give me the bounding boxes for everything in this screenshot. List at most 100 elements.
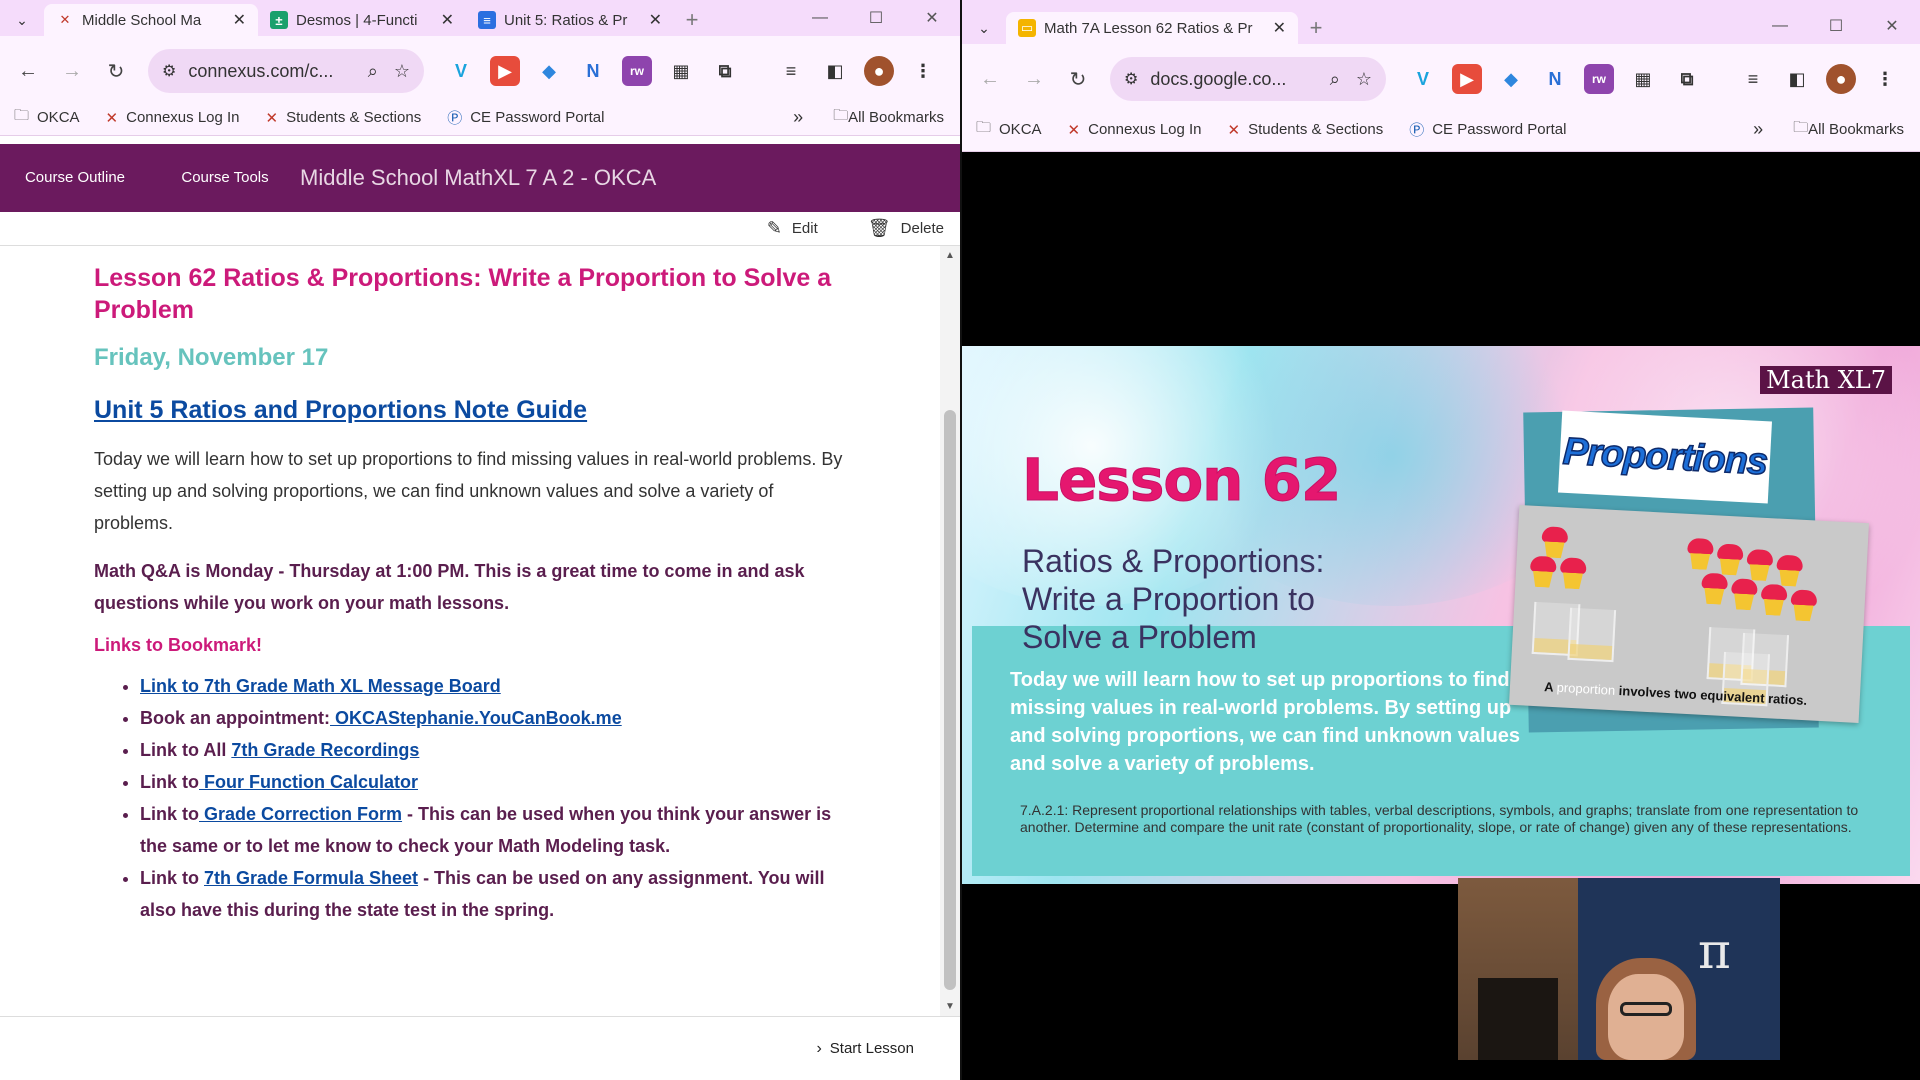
tab-search-button[interactable]: ⌄ xyxy=(0,4,44,36)
bookmark-label: Connexus Log In xyxy=(1088,121,1202,138)
scroll-thumb[interactable] xyxy=(944,410,956,990)
bookmark-okca[interactable]: 🗀 OKCA xyxy=(14,105,80,130)
minimize-icon[interactable]: — xyxy=(792,0,848,36)
bookmark-star-icon[interactable]: ☆ xyxy=(394,61,410,82)
tab-desmos[interactable]: ± Desmos | 4-Functi ✕ xyxy=(258,4,466,36)
tab-connexus[interactable]: ✕ Middle School Ma ✕ xyxy=(44,4,258,36)
link-prefix: Link to xyxy=(140,804,199,824)
extension-icon[interactable]: ◆ xyxy=(1496,64,1526,94)
qr-code-icon[interactable]: ▦ xyxy=(666,56,696,86)
content-scrollbar[interactable]: ▲ ▼ xyxy=(940,246,960,1016)
list-item: Link to Four Function Calculator xyxy=(140,766,848,798)
n-extension-icon[interactable]: N xyxy=(578,56,608,86)
bookmark-connexus-login[interactable]: ✕ Connexus Log In xyxy=(1068,121,1202,139)
readwrite-extension-icon[interactable]: rw xyxy=(622,56,652,86)
screencast-extension-icon[interactable]: ▶ xyxy=(490,56,520,86)
recordings-link[interactable]: 7th Grade Recordings xyxy=(231,740,419,760)
note-guide-link[interactable]: Unit 5 Ratios and Proportions Note Guide xyxy=(94,396,848,425)
scroll-down-icon[interactable]: ▼ xyxy=(940,1001,960,1012)
screencast-extension-icon[interactable]: ▶ xyxy=(1452,64,1482,94)
close-window-icon[interactable]: ✕ xyxy=(904,0,960,36)
right-browser-window: ⌄ ▭ Math 7A Lesson 62 Ratios & Pr ✕ + — … xyxy=(962,0,1920,1080)
bookmark-students-sections[interactable]: ✕ Students & Sections xyxy=(266,109,422,127)
appointment-link[interactable]: OKCAStephanie.YouCanBook.me xyxy=(330,708,622,728)
n-extension-icon[interactable]: N xyxy=(1540,64,1570,94)
start-lesson-label: Start Lesson xyxy=(829,1040,914,1057)
bookmark-okca[interactable]: 🗀 OKCA xyxy=(976,117,1042,142)
menu-kebab-icon[interactable]: ⋮ xyxy=(1870,64,1900,94)
puzzle-extensions-icon[interactable]: ⧉ xyxy=(710,56,740,86)
more-bookmarks-icon[interactable]: » xyxy=(793,107,803,128)
new-tab-button[interactable]: + xyxy=(1298,12,1334,44)
tab-title: Desmos | 4-Functi xyxy=(296,11,418,29)
vimeo-extension-icon[interactable]: V xyxy=(446,56,476,86)
zoom-icon[interactable]: ⌕ xyxy=(368,61,378,82)
site-info-icon[interactable]: ⚙ xyxy=(162,61,176,81)
all-bookmarks-button[interactable]: 🗀 All Bookmarks xyxy=(1793,117,1904,142)
maximize-icon[interactable]: ☐ xyxy=(1808,8,1864,44)
media-controls-icon[interactable]: ≡ xyxy=(776,56,806,86)
tab-slides[interactable]: ▭ Math 7A Lesson 62 Ratios & Pr ✕ xyxy=(1006,12,1298,44)
subtitle-line: Ratios & Proportions: xyxy=(1022,543,1325,579)
close-window-icon[interactable]: ✕ xyxy=(1864,8,1920,44)
all-bookmarks-button[interactable]: 🗀 All Bookmarks xyxy=(833,105,944,130)
start-lesson-button[interactable]: › Start Lesson xyxy=(816,1040,914,1058)
list-item: Link to Grade Correction Form - This can… xyxy=(140,798,848,862)
reload-icon[interactable]: ↻ xyxy=(1060,61,1096,97)
tab-title: Math 7A Lesson 62 Ratios & Pr xyxy=(1044,19,1253,37)
qr-code-icon[interactable]: ▦ xyxy=(1628,64,1658,94)
close-tab-icon[interactable]: ✕ xyxy=(649,10,662,30)
tab-search-button[interactable]: ⌄ xyxy=(962,12,1006,44)
profile-avatar[interactable]: ● xyxy=(864,56,894,86)
side-panel-icon[interactable]: ◧ xyxy=(1782,64,1812,94)
menu-kebab-icon[interactable]: ⋮ xyxy=(908,56,938,86)
formula-sheet-link[interactable]: 7th Grade Formula Sheet xyxy=(204,868,418,888)
grade-correction-link[interactable]: Grade Correction Form xyxy=(199,804,402,824)
readwrite-extension-icon[interactable]: rw xyxy=(1584,64,1614,94)
calculator-link[interactable]: Four Function Calculator xyxy=(199,772,418,792)
delete-label: Delete xyxy=(900,220,944,237)
tab-title: Middle School Ma xyxy=(82,11,202,29)
course-tools-button[interactable]: Course Tools xyxy=(150,166,300,190)
more-bookmarks-icon[interactable]: » xyxy=(1753,119,1763,140)
course-nav-bar: Course Outline Course Tools Middle Schoo… xyxy=(0,144,960,212)
zoom-icon[interactable]: ⌕ xyxy=(1330,69,1340,90)
bookmark-label: CE Password Portal xyxy=(1432,121,1567,138)
reload-icon[interactable]: ↻ xyxy=(98,53,134,89)
close-tab-icon[interactable]: ✕ xyxy=(441,10,454,30)
new-tab-button[interactable]: + xyxy=(674,4,710,36)
links-heading: Links to Bookmark! xyxy=(94,635,263,655)
profile-avatar[interactable]: ● xyxy=(1826,64,1856,94)
edit-button[interactable]: ✎ Edit xyxy=(767,218,826,239)
site-info-icon[interactable]: ⚙ xyxy=(1124,69,1138,89)
folder-icon: 🗀 xyxy=(976,119,992,136)
bookmark-connexus-login[interactable]: ✕ Connexus Log In xyxy=(106,109,240,127)
connexus-x-icon: ✕ xyxy=(1067,121,1081,139)
vimeo-extension-icon[interactable]: V xyxy=(1408,64,1438,94)
address-bar[interactable]: ⚙ docs.google.co... ⌕ ☆ xyxy=(1110,57,1386,101)
connexus-x-icon: ✕ xyxy=(59,12,71,27)
bookmark-ce-password[interactable]: Ⓟ CE Password Portal xyxy=(1409,119,1566,140)
bookmark-students-sections[interactable]: ✕ Students & Sections xyxy=(1228,121,1384,139)
address-bar[interactable]: ⚙ connexus.com/c... ⌕ ☆ xyxy=(148,49,424,93)
bookmark-star-icon[interactable]: ☆ xyxy=(1356,69,1372,90)
scroll-up-icon[interactable]: ▲ xyxy=(940,250,960,261)
media-controls-icon[interactable]: ≡ xyxy=(1738,64,1768,94)
tab-unit5[interactable]: ≡ Unit 5: Ratios & Pr ✕ xyxy=(466,4,674,36)
close-tab-icon[interactable]: ✕ xyxy=(233,10,246,30)
puzzle-extensions-icon[interactable]: ⧉ xyxy=(1672,64,1702,94)
minimize-icon[interactable]: — xyxy=(1752,8,1808,44)
side-panel-icon[interactable]: ◧ xyxy=(820,56,850,86)
back-arrow-icon[interactable]: ← xyxy=(10,53,46,89)
bookmark-label: CE Password Portal xyxy=(470,109,605,126)
delete-button[interactable]: 🗑 Delete xyxy=(868,218,952,239)
message-board-link[interactable]: Link to 7th Grade Math XL Message Board xyxy=(140,676,501,696)
close-tab-icon[interactable]: ✕ xyxy=(1273,18,1286,38)
forward-arrow-icon[interactable]: → xyxy=(54,53,90,89)
maximize-icon[interactable]: ☐ xyxy=(848,0,904,36)
forward-arrow-icon[interactable]: → xyxy=(1016,61,1052,97)
course-outline-button[interactable]: Course Outline xyxy=(0,166,150,190)
extension-icon[interactable]: ◆ xyxy=(534,56,564,86)
back-arrow-icon[interactable]: ← xyxy=(972,61,1008,97)
bookmark-ce-password[interactable]: Ⓟ CE Password Portal xyxy=(447,107,604,128)
